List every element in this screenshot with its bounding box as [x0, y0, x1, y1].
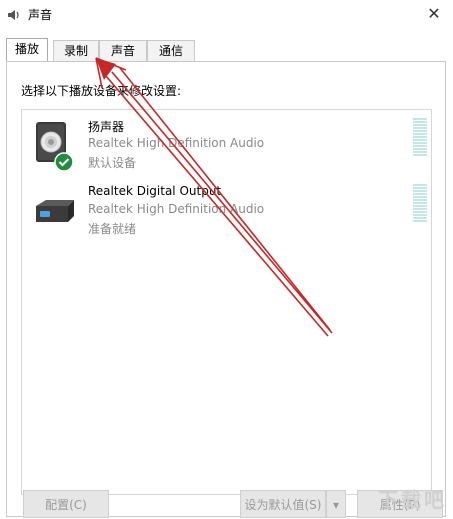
- speaker-device-icon: [36, 122, 74, 172]
- device-driver: Realtek High Definition Audio: [88, 136, 265, 150]
- watermark: 下载吧: [378, 488, 447, 512]
- title-bar: 声音 ✕: [0, 0, 453, 30]
- instruction-text: 选择以下播放设备来修改设置:: [21, 84, 182, 98]
- speaker-app-icon: [8, 10, 19, 20]
- digital-output-device-icon: [36, 200, 74, 222]
- chevron-down-icon: ▾: [332, 498, 340, 512]
- device-list: 扬声器 Realtek High Definition Audio 默认设备 R…: [21, 109, 432, 495]
- device-name: 扬声器: [88, 120, 125, 134]
- tab-recording[interactable]: 录制: [53, 40, 99, 61]
- set-default-dropdown[interactable]: ▾: [326, 490, 346, 518]
- default-check-icon: [54, 152, 74, 172]
- list-item-digital-output[interactable]: Realtek Digital Output Realtek High Defi…: [22, 178, 431, 240]
- list-item-speakers[interactable]: 扬声器 Realtek High Definition Audio 默认设备: [22, 112, 431, 174]
- tab-sounds[interactable]: 声音: [99, 40, 147, 61]
- device-driver: Realtek High Definition Audio: [88, 202, 265, 216]
- configure-button[interactable]: 配置(C): [23, 490, 109, 518]
- device-status: 准备就绪: [88, 222, 137, 236]
- close-icon[interactable]: ✕: [421, 2, 447, 26]
- device-name: Realtek Digital Output: [88, 184, 222, 198]
- window-title: 声音: [28, 8, 53, 22]
- device-status: 默认设备: [88, 156, 137, 170]
- tab-playback[interactable]: 播放: [6, 38, 48, 61]
- volume-meter: [413, 184, 427, 224]
- set-default-button[interactable]: 设为默认值(S): [240, 490, 326, 518]
- tab-panel: 选择以下播放设备来修改设置: 扬声器 Realtek High Definiti…: [6, 61, 446, 518]
- volume-meter: [413, 118, 427, 158]
- tab-communications[interactable]: 通信: [147, 40, 195, 61]
